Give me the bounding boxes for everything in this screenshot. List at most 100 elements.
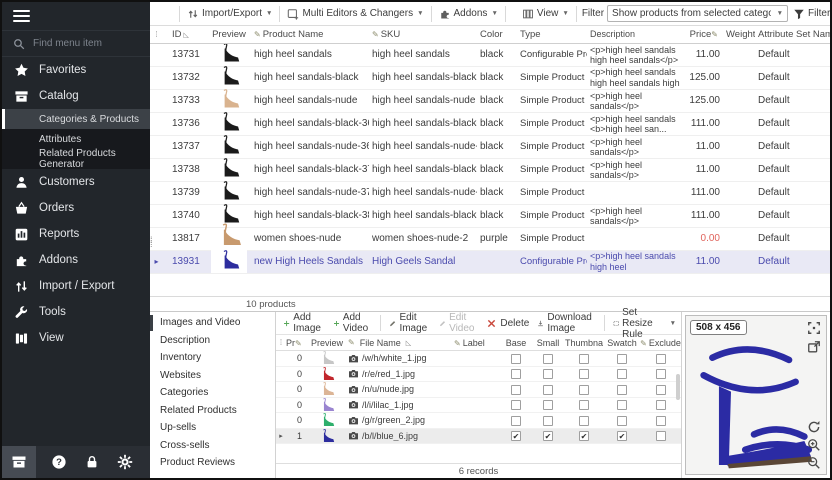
product-row-13731[interactable]: 13731high heel sandalshigh heel sandalsb… — [150, 44, 830, 67]
cell-color[interactable]: black — [477, 187, 517, 198]
cell-type[interactable]: Simple Product — [517, 141, 587, 152]
product-row-13740[interactable]: 13740high heel sandals-black-38high heel… — [150, 205, 830, 228]
cell-name[interactable]: high heel sandals-nude — [251, 95, 369, 106]
lock-icon[interactable] — [84, 454, 100, 470]
cell-color[interactable]: black — [477, 141, 517, 152]
tab-description[interactable]: Description — [150, 332, 275, 350]
images-toolbar-overflow[interactable]: ▼ — [670, 320, 676, 327]
cell-type[interactable]: Simple Product — [517, 164, 587, 175]
cell-attr[interactable]: Default — [755, 210, 830, 221]
sidebar-subitem-categories-products[interactable]: Categories & Products — [2, 109, 150, 129]
column-header-image-preview[interactable]: Preview — [306, 338, 348, 348]
cell-desc[interactable]: <p>high heel sandals</p> — [587, 206, 683, 226]
cell-small[interactable] — [532, 399, 564, 410]
cell-sku[interactable]: high heel sandals-nude-37 — [369, 187, 477, 198]
sidebar-item-import-export[interactable]: Import / Export — [2, 273, 150, 299]
cell-desc[interactable]: <p>high heel sandals</p> — [587, 160, 683, 180]
column-header-weight[interactable]: Weight — [723, 29, 755, 40]
checkbox[interactable] — [579, 354, 589, 364]
product-row-13931[interactable]: ▸13931new High Heels SandalsHigh Geels S… — [150, 251, 830, 274]
product-row-13737[interactable]: 13737high heel sandals-nude-36high heel … — [150, 136, 830, 159]
sidebar-item-customers[interactable]: Customers — [2, 169, 150, 195]
filter-select[interactable]: Show products from selected categories ▼ — [607, 5, 788, 22]
cell-file-name[interactable]: /w/h/white_1.jpg — [348, 353, 454, 363]
cell-small[interactable] — [532, 353, 564, 364]
checkbox[interactable] — [656, 400, 666, 410]
cell-attr[interactable]: Default — [755, 118, 830, 129]
image-row[interactable]: 0/n/u/nude.jpg — [276, 382, 681, 398]
cell-sku[interactable]: high heel sandals-black-38 — [369, 210, 477, 221]
filters-menu[interactable]: Filters▼ — [791, 7, 832, 21]
delete-image-button[interactable]: Delete — [484, 317, 531, 330]
menu-search[interactable]: Find menu item — [2, 30, 150, 57]
tab-cross-sells[interactable]: Cross-sells — [150, 437, 275, 455]
cell-position[interactable]: 0 — [286, 353, 306, 363]
add-image-button[interactable]: Add Image — [281, 311, 327, 335]
sidebar-item-tools[interactable]: Tools — [2, 299, 150, 325]
cell-type[interactable]: Simple Product — [517, 210, 587, 221]
cell-swatch[interactable] — [604, 353, 640, 364]
tab-inventory[interactable]: Inventory — [150, 349, 275, 367]
cell-prev[interactable] — [207, 66, 251, 89]
cell-position[interactable]: 0 — [286, 384, 306, 394]
column-header-file-name[interactable]: ✎File Name◺ — [348, 338, 454, 348]
external-link-icon[interactable] — [807, 340, 821, 354]
cell-price[interactable]: 0.00 — [683, 233, 723, 244]
checkbox[interactable] — [656, 431, 666, 441]
cell-id[interactable]: 13817 — [163, 233, 207, 244]
store-button[interactable] — [2, 446, 36, 478]
checkbox[interactable] — [543, 369, 553, 379]
cell-id[interactable]: 13931 — [163, 256, 207, 267]
cell-attr[interactable]: Default — [755, 49, 830, 60]
cell-name[interactable]: high heel sandals-black-37 — [251, 164, 369, 175]
cell-thumbnail[interactable] — [564, 415, 604, 426]
cell-exclude[interactable] — [640, 384, 681, 395]
cell-price[interactable]: 111.00 — [683, 210, 723, 221]
cell-name[interactable]: women shoes-nude — [251, 233, 369, 244]
cell-prev[interactable] — [207, 225, 251, 253]
checkbox[interactable] — [656, 354, 666, 364]
sidebar-subitem-related-products-generator[interactable]: Related Products Generator — [2, 149, 150, 169]
product-row-13739[interactable]: 13739high heel sandals-nude-37high heel … — [150, 182, 830, 205]
image-row[interactable]: 0/w/h/white_1.jpg — [276, 351, 681, 367]
tab-images-and-video[interactable]: Images and Video — [150, 314, 275, 332]
checkbox[interactable] — [511, 416, 521, 426]
checkbox[interactable] — [617, 416, 627, 426]
cell-small[interactable] — [532, 415, 564, 426]
cell-prev[interactable] — [207, 181, 251, 204]
cell-price[interactable]: 11.00 — [683, 256, 723, 267]
cell-desc[interactable]: <p>high heel sandals</p> — [587, 137, 683, 157]
cell-attr[interactable]: Default — [755, 95, 830, 106]
cell-attr[interactable]: Default — [755, 164, 830, 175]
cell-type[interactable]: Simple Product — [517, 233, 587, 244]
cell-small[interactable]: ✔ — [532, 430, 564, 441]
cell-desc[interactable]: <p>high heel sandals <b>high heel san... — [587, 114, 683, 134]
checkbox[interactable] — [511, 385, 521, 395]
cell-small[interactable] — [532, 384, 564, 395]
images-scrollbar-thumb[interactable] — [676, 374, 680, 400]
cell-base[interactable] — [500, 415, 532, 426]
cell-id[interactable]: 13738 — [163, 164, 207, 175]
cell-base[interactable] — [500, 384, 532, 395]
cell-type[interactable]: Simple Product — [517, 72, 587, 83]
cell-sku[interactable]: high heel sandals-black — [369, 72, 477, 83]
cell-sku[interactable]: women shoes-nude-2 — [369, 233, 477, 244]
add-video-button[interactable]: Add Video — [331, 311, 374, 335]
cell-sku[interactable]: high heel sandals-nude — [369, 95, 477, 106]
checkbox[interactable] — [543, 354, 553, 364]
cell-name[interactable]: high heel sandals-black — [251, 72, 369, 83]
cell-name[interactable]: high heel sandals-black-36 — [251, 118, 369, 129]
checkbox[interactable]: ✔ — [579, 431, 589, 441]
cell-price[interactable]: 11.00 — [683, 164, 723, 175]
cell-swatch[interactable]: ✔ — [604, 430, 640, 441]
cell-color[interactable]: black — [477, 49, 517, 60]
sidebar-item-orders[interactable]: Orders — [2, 195, 150, 221]
cell-file-name[interactable]: /b/l/blue_6.jpg — [348, 431, 454, 441]
product-row-13736[interactable]: 13736high heel sandals-black-36high heel… — [150, 113, 830, 136]
cell-prev[interactable] — [207, 89, 251, 112]
cell-id[interactable]: 13737 — [163, 141, 207, 152]
cell-prev[interactable] — [207, 112, 251, 135]
image-row[interactable]: ▸1/b/l/blue_6.jpg✔✔✔✔ — [276, 429, 681, 445]
checkbox[interactable] — [656, 416, 666, 426]
gear-icon[interactable] — [117, 454, 133, 470]
